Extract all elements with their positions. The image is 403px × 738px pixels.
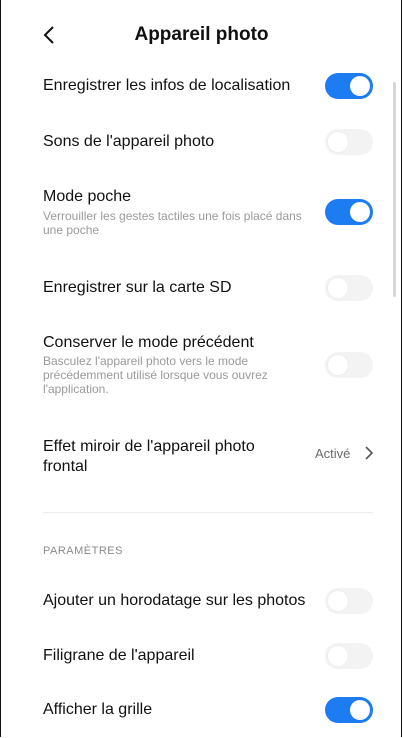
setting-value: Activé (315, 446, 351, 461)
setting-label: Sons de l'appareil photo (43, 133, 215, 150)
page-title: Appareil photo (134, 24, 269, 45)
toggle-knob (328, 278, 348, 298)
setting-label: Afficher la grille (43, 701, 153, 718)
keep-mode-toggle[interactable] (325, 352, 373, 378)
toggle-knob (350, 700, 370, 720)
setting-label: Mode poche (43, 188, 132, 205)
setting-description: Verrouiller les gestes tactiles une fois… (43, 209, 302, 237)
setting-front-mirror[interactable]: Effet miroir de l'appareil photo frontal… (0, 437, 403, 477)
setting-save-sd-card[interactable]: Enregistrer sur la carte SD (0, 272, 403, 304)
setting-label: Enregistrer les infos de localisation (43, 77, 291, 94)
toggle-knob (328, 591, 348, 611)
chevron-right-icon (365, 446, 374, 460)
setting-timestamp[interactable]: Ajouter un horodatage sur les photos (0, 585, 403, 617)
location-toggle[interactable] (325, 73, 373, 99)
setting-label: Conserver le mode précédent (43, 334, 254, 351)
setting-save-location[interactable]: Enregistrer les infos de localisation (0, 70, 403, 102)
setting-label: Ajouter un horodatage sur les photos (43, 592, 306, 609)
section-title: PARAMÈTRES (43, 545, 123, 557)
setting-camera-sounds[interactable]: Sons de l'appareil photo (0, 125, 403, 157)
setting-watermark[interactable]: Filigrane de l'appareil (0, 640, 403, 672)
timestamp-toggle[interactable] (325, 588, 373, 614)
camera-sounds-toggle[interactable] (325, 129, 373, 155)
setting-pocket-mode[interactable]: Mode poche Verrouiller les gestes tactil… (0, 185, 403, 245)
toggle-knob (328, 646, 348, 666)
watermark-toggle[interactable] (325, 643, 373, 669)
header: Appareil photo (0, 0, 403, 70)
sd-card-toggle[interactable] (325, 275, 373, 301)
pocket-mode-toggle[interactable] (325, 199, 373, 225)
setting-label: Enregistrer sur la carte SD (43, 279, 232, 296)
toggle-knob (350, 76, 370, 96)
setting-label: Filigrane de l'appareil (43, 647, 195, 664)
setting-label: Effet miroir de l'appareil photo frontal (43, 438, 255, 475)
setting-keep-previous-mode[interactable]: Conserver le mode précédent Basculez l'a… (0, 332, 403, 404)
setting-grid[interactable]: Afficher la grille (0, 694, 403, 726)
toggle-knob (328, 355, 348, 375)
toggle-knob (350, 202, 370, 222)
setting-description: Basculez l'appareil photo vers le mode p… (43, 354, 268, 396)
section-divider (43, 512, 373, 513)
grid-toggle[interactable] (325, 697, 373, 723)
toggle-knob (328, 132, 348, 152)
